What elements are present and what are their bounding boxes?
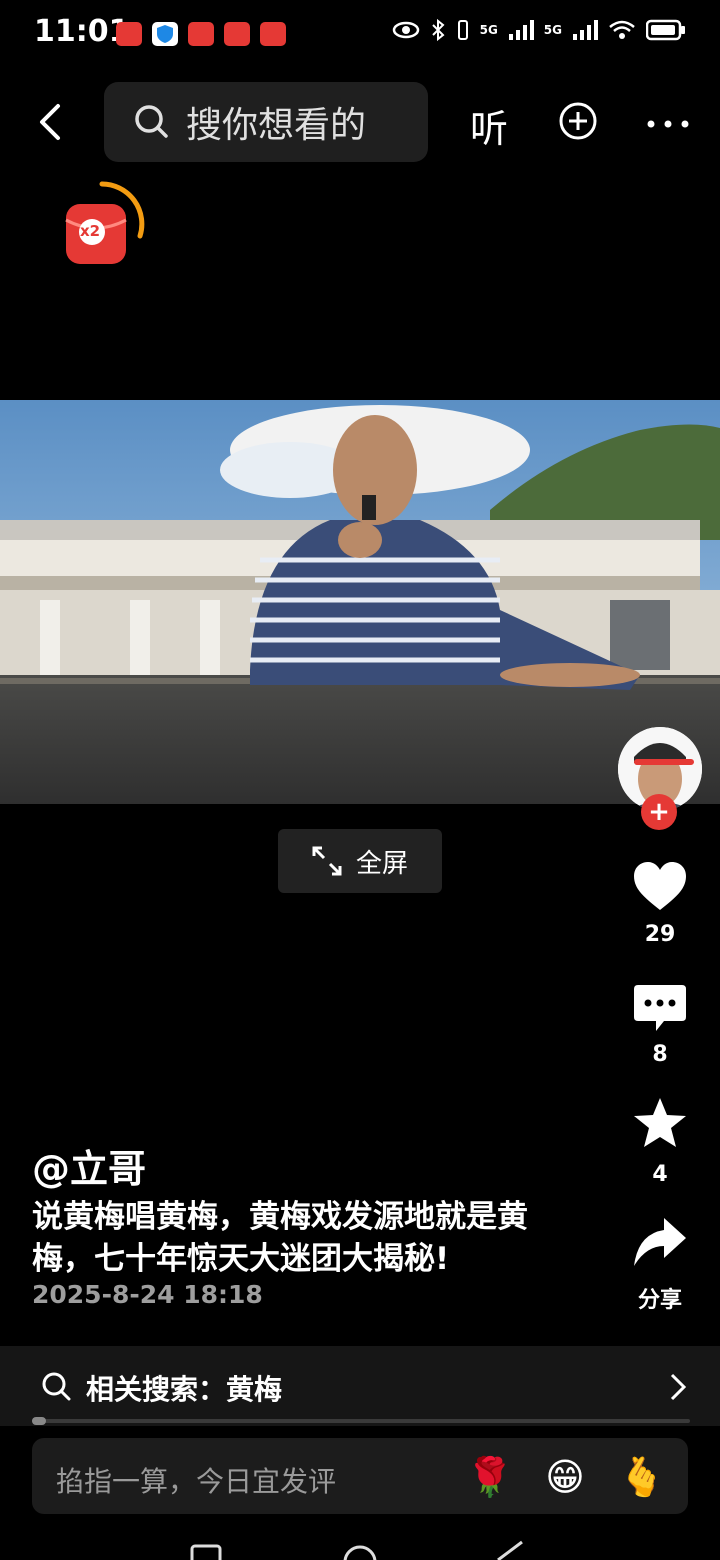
add-circle-icon[interactable]	[558, 101, 598, 141]
video-frame	[0, 400, 720, 804]
like-count: 29	[644, 922, 676, 947]
comment-count: 8	[652, 1042, 668, 1067]
share-label: 分享	[637, 1288, 682, 1313]
heart-icon[interactable]	[632, 860, 688, 914]
network-type-2: 5G	[543, 23, 562, 37]
listen-button[interactable]: 听	[470, 98, 508, 153]
post-date: 2025-8-24 18:18	[32, 1280, 263, 1309]
bluetooth-icon	[431, 18, 445, 42]
home-icon[interactable]	[342, 1540, 378, 1560]
star-icon[interactable]	[632, 1096, 688, 1150]
signal-icon	[508, 20, 534, 40]
back-arrow-icon[interactable]	[30, 100, 74, 144]
fullscreen-label: 全屏	[355, 848, 408, 879]
toutiao-notification-icon	[116, 22, 142, 46]
battery-icon	[646, 19, 685, 41]
back-nav-icon[interactable]	[494, 1540, 526, 1560]
video-player[interactable]	[0, 400, 720, 804]
toutiao-notification-icon	[224, 22, 250, 46]
rose-emoji-button[interactable]: 🌹	[466, 1454, 513, 1500]
comment-placeholder: 掐指一算，今日宜发评	[56, 1465, 337, 1498]
eye-icon	[392, 21, 419, 39]
red-packet-reward[interactable]: x2	[62, 180, 150, 268]
grin-emoji-button[interactable]: 😁	[542, 1454, 588, 1500]
toutiao-notification-icon	[188, 22, 214, 46]
expand-icon	[312, 846, 342, 876]
vibrate-icon	[457, 20, 468, 40]
search-bar[interactable]: 搜你想看的	[104, 82, 428, 162]
fullscreen-button[interactable]: 全屏	[278, 829, 442, 893]
status-icons: 5G 5G	[392, 18, 686, 42]
post-caption: 说黄梅唱黄梅，黄梅戏发源地就是黄梅，七十年惊天大迷团大揭秘!	[32, 1199, 528, 1277]
toutiao-notification-icon	[260, 22, 286, 46]
signal-icon	[573, 20, 598, 40]
favorite-count: 4	[652, 1162, 668, 1187]
network-type-1: 5G	[479, 23, 498, 37]
shield-notification-icon	[152, 22, 178, 46]
chevron-right-icon	[670, 1373, 687, 1401]
related-search-label: 相关搜索：黄梅	[86, 1373, 283, 1406]
video-progress-bar[interactable]	[32, 1419, 690, 1423]
follow-button[interactable]: +	[641, 794, 677, 830]
comment-icon[interactable]	[632, 983, 688, 1037]
search-placeholder: 搜你想看的	[186, 105, 367, 146]
author-name[interactable]: @立哥	[32, 1138, 146, 1193]
video-progress-handle[interactable]	[32, 1417, 46, 1425]
search-icon	[135, 105, 168, 138]
recent-apps-icon[interactable]	[190, 1540, 222, 1560]
heart-hands-emoji-button[interactable]: 🫰	[618, 1454, 665, 1500]
more-icon[interactable]	[645, 104, 691, 144]
search-icon	[42, 1372, 71, 1401]
share-icon[interactable]	[632, 1216, 688, 1270]
red-packet-badge: x2	[80, 222, 101, 240]
wifi-icon	[609, 20, 635, 39]
